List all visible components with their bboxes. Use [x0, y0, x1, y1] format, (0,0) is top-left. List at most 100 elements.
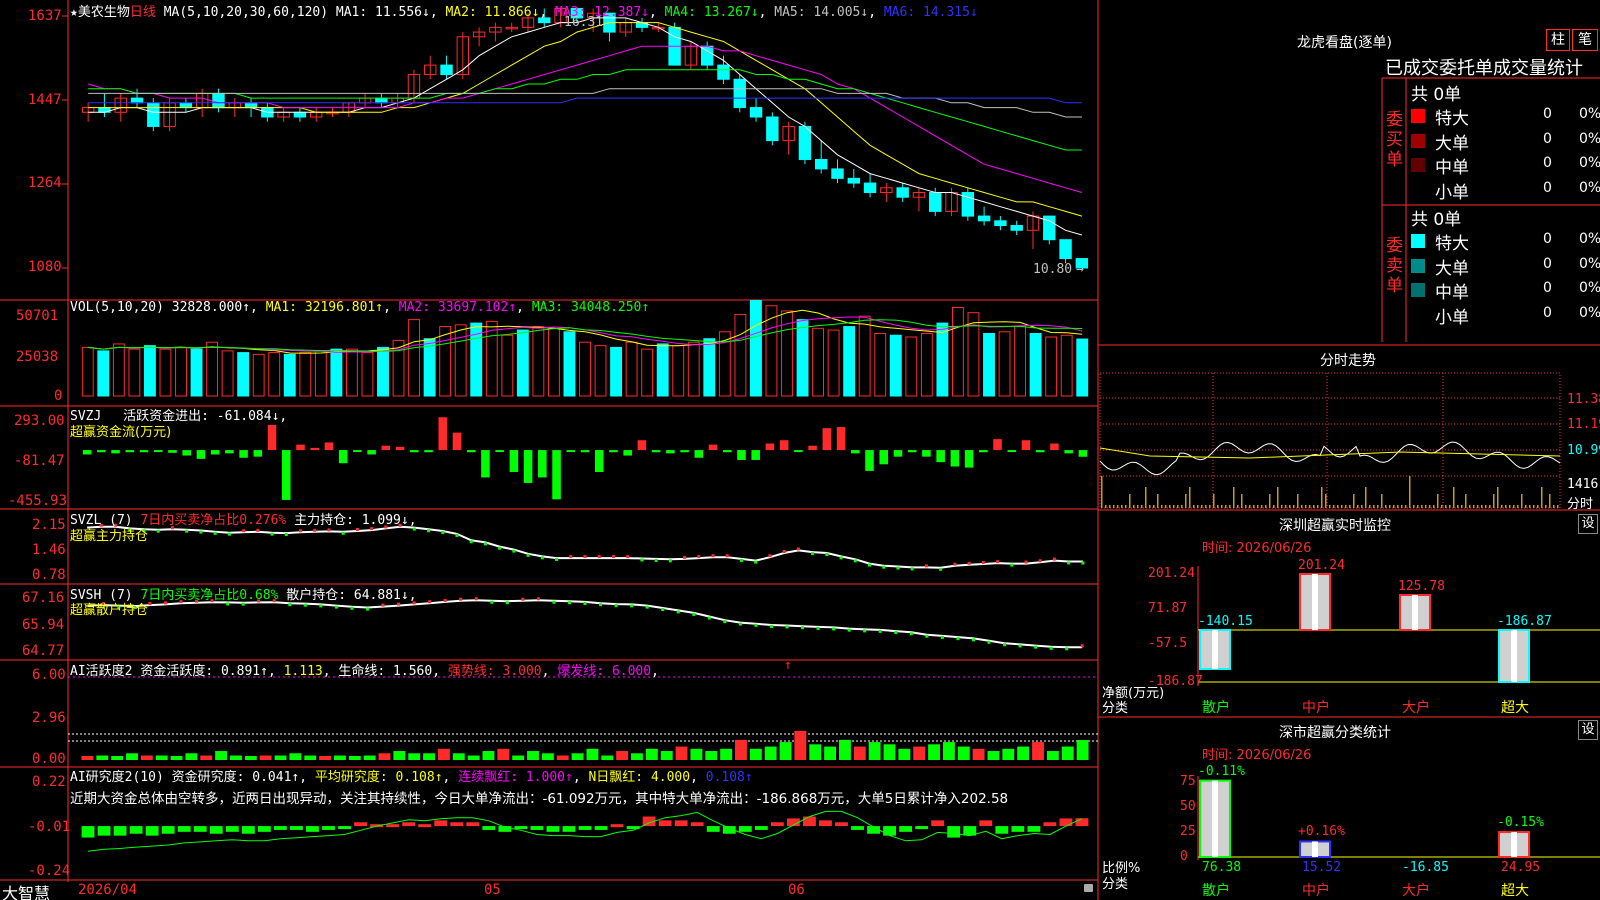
svzj-bar	[196, 450, 206, 459]
fs-vol-bar	[1417, 505, 1419, 508]
volume-ma-line-2	[87, 316, 1083, 353]
order-row-value: 0	[1543, 255, 1552, 272]
fs-vol-bar	[1137, 505, 1139, 508]
fs-vol-bar	[1285, 505, 1287, 508]
volume-bar	[594, 345, 607, 397]
fs-vol-bar	[1361, 505, 1363, 508]
fs-vol-bar	[1373, 505, 1375, 508]
ai2-bar	[899, 826, 913, 832]
fs-vol-bar	[1485, 505, 1487, 508]
fs-vol-bar	[1365, 487, 1367, 508]
volume-bar	[610, 346, 623, 397]
svzj-bar	[708, 444, 718, 451]
price-axis-1: 1637	[28, 8, 62, 24]
sz2-change-label: -0.11%	[1198, 763, 1245, 779]
candle-body	[863, 182, 877, 194]
svsh-tick	[459, 597, 463, 601]
fs-title: 分时走势	[1320, 353, 1376, 369]
fs-vol-bar	[1229, 505, 1231, 508]
ai1-bar	[527, 751, 539, 760]
svzj-bar	[168, 450, 177, 453]
volume-bar	[361, 352, 374, 397]
fs-vol-bar	[1133, 505, 1135, 508]
stock-name[interactable]: 美农生物	[78, 5, 130, 20]
order-color-swatch	[1411, 234, 1425, 248]
ai1-axis-1: 6.00	[32, 667, 66, 683]
ai1-bar	[452, 753, 465, 760]
sz2-axis-label: 75	[1180, 774, 1196, 789]
fs-vol-bar	[1497, 487, 1499, 508]
svzl-tick	[725, 554, 729, 558]
sz-settings-button[interactable]: 设	[1578, 514, 1598, 534]
ai2-bar	[257, 826, 271, 832]
order-row-name: 大单	[1435, 258, 1469, 279]
ai1-bar	[200, 755, 213, 760]
fs-vol-bar	[1369, 505, 1371, 508]
ai1-bar	[1076, 740, 1089, 760]
svzj-bar	[225, 450, 234, 454]
order-table-title: 已成交委托单成交量统计	[1385, 58, 1583, 79]
volume-bar	[252, 353, 265, 397]
ai1-bar	[408, 753, 421, 760]
svsh-tick	[397, 602, 401, 606]
svzl-tick	[654, 558, 658, 562]
volume-bar	[377, 346, 389, 397]
svsh-tick	[474, 597, 478, 601]
svzl-axis-2: 1.46	[32, 542, 66, 558]
candle-body	[212, 92, 225, 109]
sz-axis-label: -57.5	[1148, 636, 1188, 651]
svzj-bar	[410, 450, 419, 453]
svsh-tick	[847, 628, 851, 632]
svzl-tick	[640, 558, 644, 562]
svzj-bar	[267, 424, 277, 451]
sz2-settings-button[interactable]: 设	[1578, 720, 1598, 740]
fs-vol-bar	[1357, 505, 1359, 508]
svzl-tick	[540, 556, 544, 560]
volume-bar	[951, 306, 964, 397]
ai2-bar	[354, 822, 367, 827]
pen-toggle-button[interactable]: 笔	[1572, 29, 1598, 51]
main-chart-svg	[0, 0, 1600, 900]
svzj-bar	[523, 450, 533, 483]
price-axis-4: 1080	[28, 259, 62, 275]
svzl-tick	[839, 556, 843, 560]
fs-vol-bar	[1549, 494, 1551, 508]
fs-vol-bar	[1261, 505, 1263, 508]
lock-icon[interactable]	[1084, 884, 1093, 892]
fs-vol-bar	[1197, 505, 1199, 508]
ai2-bar	[1011, 826, 1025, 832]
volume-bar	[625, 341, 638, 397]
volume-ma-line-3	[87, 319, 1083, 353]
ai2-bar	[402, 822, 416, 827]
fs-vol-bar	[1525, 505, 1527, 508]
svzj-bar	[509, 450, 519, 472]
volume-bar	[314, 350, 327, 397]
fs-vol-bar	[1241, 494, 1243, 508]
svzj-bar	[125, 450, 135, 453]
svzl-tick	[853, 559, 857, 563]
svsh-tick	[738, 622, 742, 626]
fs-vol-bar	[1129, 494, 1131, 508]
brand-label[interactable]: 大智慧	[2, 880, 50, 900]
sz2-change-label: -0.15%	[1497, 815, 1544, 831]
volume-bar	[268, 352, 281, 397]
fs-vol-bar	[1317, 505, 1319, 508]
period-label[interactable]: 日线	[130, 5, 156, 20]
ai2-t2: 平均研究度: 0.108↑	[314, 770, 443, 785]
svsh-tick	[552, 600, 556, 604]
fs-vol-bar	[1333, 505, 1335, 508]
volume-bar	[874, 333, 887, 397]
fs-vol-bar	[1153, 505, 1155, 508]
vol-axis-2: 25038	[16, 349, 59, 365]
sell-total: 共 0单	[1411, 210, 1462, 230]
title-bar: ★美农生物日线 MA(5,10,20,30,60,120) MA1: 11.55…	[70, 5, 978, 20]
bar-toggle-button[interactable]: 柱	[1546, 29, 1570, 51]
volume-bar	[128, 348, 141, 397]
vol-label: VOL(5,10,20)	[70, 300, 164, 315]
low-arrow-icon: →	[1076, 262, 1084, 277]
svzj-bar	[851, 450, 860, 454]
fs-vol-bar	[1457, 505, 1459, 508]
vol-ma3: MA3: 34048.250↑	[531, 300, 650, 315]
svzj-bar	[381, 445, 391, 451]
volume-bar	[858, 315, 871, 397]
